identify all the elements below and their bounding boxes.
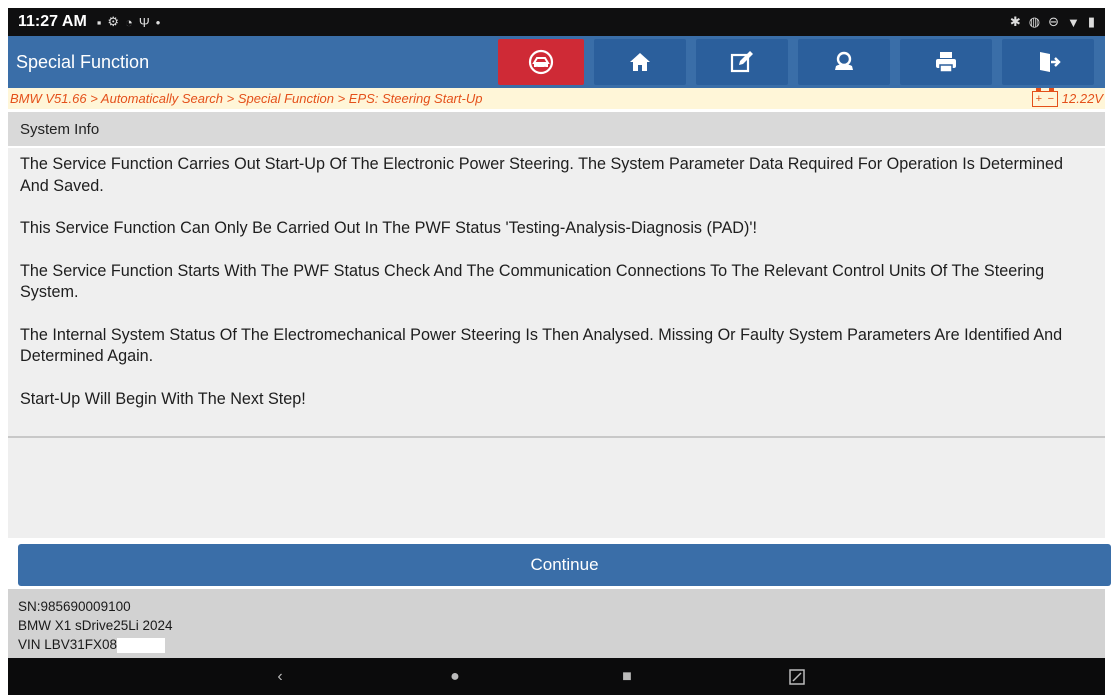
info-text: The Service Function Carries Out Start-U… xyxy=(8,148,1105,410)
battery-status-icon: ▮ xyxy=(1087,14,1095,29)
home-button[interactable] xyxy=(594,39,686,85)
print-button[interactable] xyxy=(900,39,992,85)
home-dot-icon: ● xyxy=(450,667,460,685)
usb-icon: Ψ xyxy=(138,14,150,30)
recents-button[interactable]: ■ xyxy=(612,658,642,695)
screenshot-button[interactable] xyxy=(782,658,812,695)
app-header: Special Function xyxy=(8,36,1105,88)
remote-support-button[interactable] xyxy=(798,39,890,85)
section-header: System Info xyxy=(8,112,1105,146)
info-panel: The Service Function Carries Out Start-U… xyxy=(8,148,1105,538)
car-connection-icon xyxy=(528,49,554,75)
wifi-icon: ▼ xyxy=(1066,14,1080,30)
info-paragraph: The Service Function Carries Out Start-U… xyxy=(20,155,1064,195)
breadcrumb: BMW V51.66 > Automatically Search > Spec… xyxy=(8,87,1105,109)
wifi-notification-icon: ◔ xyxy=(125,14,133,30)
vin-row: VIN LBV31FX08 xyxy=(18,635,1105,654)
exit-button[interactable] xyxy=(1002,39,1094,85)
page-title: Special Function xyxy=(16,51,150,72)
serial-number: SN:985690009100 xyxy=(18,599,131,614)
vehicle-info-footer: SN:985690009100 BMW X1 sDrive25Li 2024 V… xyxy=(8,589,1105,658)
edit-icon xyxy=(730,51,753,73)
screenshot-icon xyxy=(789,668,805,685)
vehicle-connection-button[interactable] xyxy=(498,39,584,85)
continue-button[interactable]: Continue xyxy=(18,544,1111,586)
clock: 11:27 AM xyxy=(18,13,87,30)
support-agent-icon xyxy=(835,51,853,70)
info-paragraph: The Internal System Status Of The Electr… xyxy=(20,325,1063,366)
breadcrumb-path: BMW V51.66 > Automatically Search > Spec… xyxy=(10,91,483,106)
back-icon: ‹ xyxy=(277,667,283,685)
info-paragraph: This Service Function Can Only Be Carrie… xyxy=(20,219,757,237)
bluetooth-icon: ✱ xyxy=(1009,14,1021,29)
system-nav-bar: ‹ ● ■ xyxy=(8,658,1105,695)
info-paragraph: The Service Function Starts With The PWF… xyxy=(20,261,1045,302)
status-bar: 11:27 AM ▪ ⚙ ◔ Ψ • ✱ ◍ ⊖ ▼ ▮ xyxy=(8,8,1105,36)
vibrate-icon: ◍ xyxy=(1028,14,1041,29)
voltage-indicator: + − 12.22V xyxy=(1031,87,1105,107)
home-nav-button[interactable]: ● xyxy=(440,658,470,695)
dnd-icon: ⊖ xyxy=(1048,14,1059,29)
recents-icon: ■ xyxy=(622,667,632,685)
battery-voltage-icon: + − xyxy=(1031,87,1058,107)
section-title: System Info xyxy=(20,120,100,138)
back-button[interactable]: ‹ xyxy=(265,658,295,695)
exit-icon xyxy=(1040,52,1061,72)
info-paragraph: Start-Up Will Begin With The Next Step! xyxy=(20,389,306,408)
vin-number: VIN LBV31FX08 xyxy=(18,637,118,652)
dot-icon: • xyxy=(155,14,161,30)
divider xyxy=(8,436,1105,438)
edit-report-button[interactable] xyxy=(696,39,788,85)
settings-notification-icon: ⚙ xyxy=(107,14,120,29)
printer-icon xyxy=(936,52,956,73)
vin-redaction xyxy=(117,637,166,653)
image-icon: ▪ xyxy=(96,14,102,30)
home-icon xyxy=(630,53,650,71)
vehicle-model: BMW X1 sDrive25Li 2024 xyxy=(18,618,173,633)
voltage-value: 12.22V xyxy=(1061,91,1103,106)
